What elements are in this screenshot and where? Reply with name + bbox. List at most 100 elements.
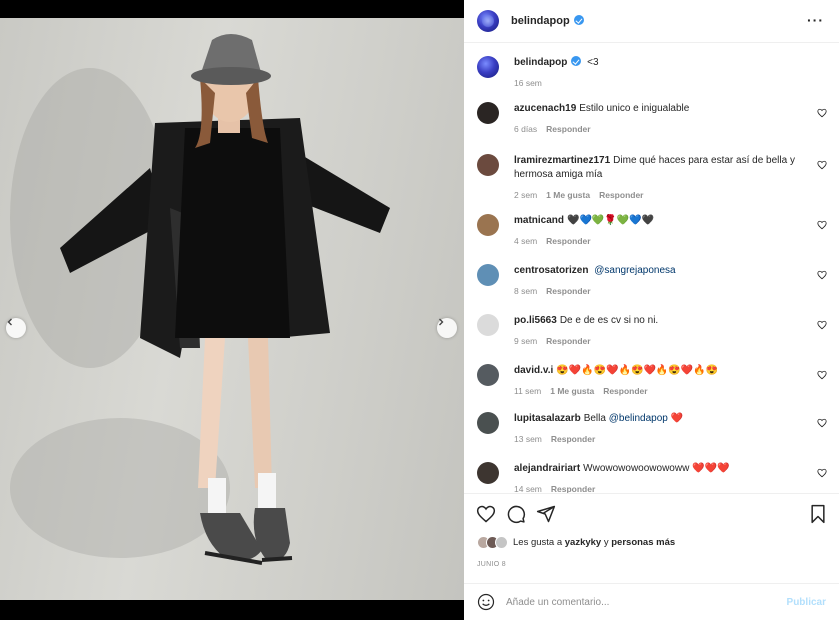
comment-input[interactable] [506,596,776,608]
heart-icon[interactable] [476,504,496,524]
comment-meta: 8 sem Responder [514,284,804,298]
comment-body: azucenach19 Estilo unico e inigualable 6 d… [514,102,804,136]
comment-body: alejandrairiart Wwowowowoowowoww ❤️❤️❤️ 14… [514,462,804,493]
post-date: JUNIO 8 [477,561,506,568]
comment-username[interactable]: centrosatorizen [514,265,588,276]
comment-username[interactable]: po.li5663 [514,315,557,326]
reply-button[interactable]: Responder [546,236,590,246]
verified-badge-icon [573,15,584,25]
author-username[interactable]: belindapop [511,15,584,27]
comment-mention[interactable]: @belindapop [609,413,668,424]
comment-suffix: ❤️ [670,413,684,424]
caption-text: <3 [587,57,599,68]
reply-button[interactable]: Responder [551,434,595,444]
post-comment-button[interactable]: Publicar [787,597,826,608]
commenter-avatar[interactable] [477,314,499,336]
carousel-prev-button[interactable] [6,318,26,338]
comment-meta: 11 sem 1 Me gusta Responder [514,384,804,398]
comment-meta: 4 sem Responder [514,234,804,248]
chevron-left-icon [7,318,12,326]
reply-button[interactable]: Responder [599,190,643,200]
likes-others[interactable]: personas más [611,537,675,548]
commenter-avatar[interactable] [477,462,499,484]
comment-time: 6 días [514,124,538,134]
comment-text: Estilo unico e inigualable [579,103,690,114]
comment-time: 2 sem [514,190,538,200]
comment-time: 14 sem [514,484,542,493]
send-icon[interactable] [536,504,556,524]
commenter-avatar[interactable] [477,364,499,386]
caption-time: 16 sem [514,78,542,88]
reply-button[interactable]: Responder [551,484,595,493]
heart-icon[interactable] [817,370,827,380]
comment-time: 11 sem [514,386,542,396]
heart-icon[interactable] [817,160,827,170]
comment-text: 😍❤️🔥😍❤️🔥😍❤️🔥😍❤️🔥😍 [556,365,719,376]
commenter-avatar[interactable] [477,102,499,124]
author-avatar[interactable] [477,10,499,32]
comment-username[interactable]: azucenach19 [514,103,576,114]
heart-icon[interactable] [817,418,827,428]
comment-text: 🖤💙💚🌹💚💙🖤 [567,215,655,226]
comment-time: 4 sem [514,236,538,246]
comment-username[interactable]: alejandrairiart [514,463,580,474]
comment-username[interactable]: lramirezmartinez171 [514,155,610,166]
comment-meta: 14 sem Responder [514,482,804,493]
comment-body: lupitasalazarb Bella @belindapop ❤️ 13 sem… [514,412,804,446]
author-avatar[interactable] [477,56,499,78]
commenter-avatar[interactable] [477,214,499,236]
commenter-avatar[interactable] [477,154,499,176]
comment-icon[interactable] [506,504,526,524]
commenter-avatar[interactable] [477,412,499,434]
add-comment-bar: Publicar [464,583,839,620]
heart-icon[interactable] [817,108,827,118]
heart-icon[interactable] [817,320,827,330]
post-photo[interactable] [0,18,464,600]
reply-button[interactable]: Responder [546,336,590,346]
verified-badge-icon [571,56,582,66]
comment-meta: 9 sem Responder [514,334,804,348]
comment-username[interactable]: matnicand [514,215,564,226]
heart-icon[interactable] [817,220,827,230]
comment-body: david.v.i 😍❤️🔥😍❤️🔥😍❤️🔥😍❤️🔥😍 11 sem 1 Me gus… [514,364,804,398]
action-bar: Les gusta a yazkyky y personas más JUNIO… [464,493,839,575]
heart-icon[interactable] [817,468,827,478]
comment-time: 13 sem [514,434,542,444]
comment-text: Bella [583,413,606,424]
comment-body: po.li5663 De e de es cv si no ni. 9 sem Res… [514,314,804,348]
comment-text: De e de es cv si no ni. [559,315,659,326]
comment-username[interactable]: lupitasalazarb [514,413,581,424]
post-panel: belindapop ··· belindapop <3 16 sem azuc… [464,0,839,620]
comment-text: Wwowowowoowowoww ❤️❤️❤️ [583,463,730,474]
likes-summary[interactable]: Les gusta a yazkyky y personas más [477,536,675,549]
comment-meta: 13 sem Responder [514,432,804,446]
likes-user[interactable]: yazkyky [565,537,601,548]
emoji-icon[interactable] [477,593,495,611]
heart-icon[interactable] [817,270,827,280]
comment-body: lramirezmartinez171 Dime qué haces para e… [514,154,804,202]
comment-likes[interactable]: 1 Me gusta [550,386,594,396]
caption-body: belindapop <3 16 sem [514,56,804,90]
comment-body: matnicand 🖤💙💚🌹💚💙🖤 4 sem Responder [514,214,804,248]
comment-meta: 6 días Responder [514,122,804,136]
post-media [0,0,464,620]
comments-list[interactable]: belindapop <3 16 sem azucenach19 Estilo u… [464,44,839,493]
more-horizontal-icon[interactable]: ··· [807,12,824,28]
liker-avatar [495,536,508,549]
comment-time: 8 sem [514,286,538,296]
chevron-right-icon [439,318,444,326]
comment-time: 9 sem [514,336,538,346]
comment-mention[interactable]: @sangrejaponesa [594,265,675,276]
commenter-avatar[interactable] [477,264,499,286]
likes-text: Les gusta a yazkyky y personas más [513,537,676,548]
photo-illustration [10,34,390,565]
caption-username[interactable]: belindapop [514,56,582,68]
bookmark-icon[interactable] [808,504,828,524]
reply-button[interactable]: Responder [603,386,647,396]
reply-button[interactable]: Responder [546,286,590,296]
carousel-next-button[interactable] [437,318,457,338]
caption-meta: 16 sem [514,76,804,90]
comment-username[interactable]: david.v.i [514,365,553,376]
reply-button[interactable]: Responder [546,124,590,134]
comment-likes[interactable]: 1 Me gusta [546,190,590,200]
